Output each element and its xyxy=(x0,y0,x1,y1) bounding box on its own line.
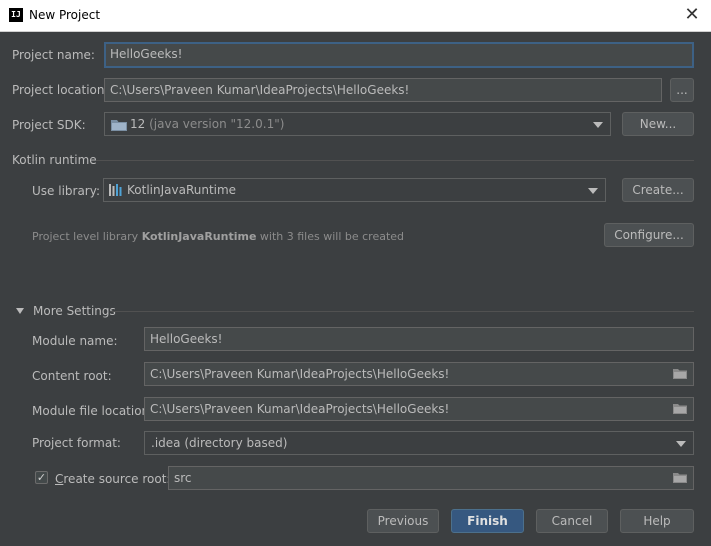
configure-button[interactable]: Configure... xyxy=(604,223,694,247)
intellij-app-icon: IJ xyxy=(9,8,23,22)
module-file-location-input[interactable]: C:\Users\Praveen Kumar\IdeaProjects\Hell… xyxy=(144,397,694,421)
module-name-input[interactable]: HelloGeeks! xyxy=(144,327,694,351)
folder-icon[interactable] xyxy=(673,403,687,414)
project-sdk-select[interactable]: 12 (java version "12.0.1") xyxy=(104,112,611,136)
sdk-folder-icon xyxy=(111,120,127,131)
chevron-down-icon xyxy=(588,188,598,194)
kotlin-section-divider xyxy=(96,160,694,161)
create-source-root-checkbox[interactable]: ✓ xyxy=(35,471,48,484)
project-format-select[interactable]: .idea (directory based) xyxy=(144,431,694,455)
kotlin-library-select[interactable]: KotlinJavaRuntime xyxy=(103,178,606,202)
use-library-label: Use library: xyxy=(32,184,101,198)
project-location-input[interactable]: C:\Users\Praveen Kumar\IdeaProjects\Hell… xyxy=(104,78,662,102)
collapse-triangle-icon[interactable] xyxy=(16,308,24,314)
library-hint-text: Project level library KotlinJavaRuntime … xyxy=(32,230,405,243)
folder-icon[interactable] xyxy=(673,368,687,379)
previous-button[interactable]: Previous xyxy=(367,509,439,533)
close-icon[interactable]: ✕ xyxy=(681,4,703,26)
new-sdk-button[interactable]: New... xyxy=(622,112,694,136)
browse-location-button[interactable]: ... xyxy=(670,78,694,102)
project-format-value: .idea (directory based) xyxy=(151,436,288,450)
library-icon xyxy=(109,184,122,196)
finish-button[interactable]: Finish xyxy=(451,509,524,533)
sdk-version-detail: (java version "12.0.1") xyxy=(149,117,285,131)
create-library-button[interactable]: Create... xyxy=(622,178,694,202)
create-source-root-label[interactable]: Create source root: xyxy=(55,472,170,486)
kotlin-runtime-section-title: Kotlin runtime xyxy=(12,153,97,167)
project-name-label: Project name: xyxy=(12,48,95,62)
help-button[interactable]: Help xyxy=(620,509,694,533)
window-title: New Project xyxy=(29,8,101,22)
folder-icon[interactable] xyxy=(673,472,687,483)
more-settings-divider xyxy=(111,311,694,312)
kotlin-library-value: KotlinJavaRuntime xyxy=(127,183,237,197)
module-file-location-label: Module file location: xyxy=(32,404,154,418)
sdk-version: 12 xyxy=(130,117,146,131)
module-name-label: Module name: xyxy=(32,334,118,348)
content-root-label: Content root: xyxy=(32,369,112,383)
content-root-input[interactable]: C:\Users\Praveen Kumar\IdeaProjects\Hell… xyxy=(144,362,694,386)
project-name-input[interactable]: HelloGeeks! xyxy=(104,42,694,68)
source-root-input[interactable]: src xyxy=(168,466,694,490)
cancel-button[interactable]: Cancel xyxy=(536,509,608,533)
title-bar: IJ New Project ✕ xyxy=(0,0,711,32)
project-location-label: Project location: xyxy=(12,83,109,97)
project-format-label: Project format: xyxy=(32,436,121,450)
chevron-down-icon xyxy=(676,441,686,447)
more-settings-toggle[interactable]: More Settings xyxy=(33,304,116,318)
chevron-down-icon xyxy=(593,122,603,128)
project-sdk-label: Project SDK: xyxy=(12,118,86,132)
